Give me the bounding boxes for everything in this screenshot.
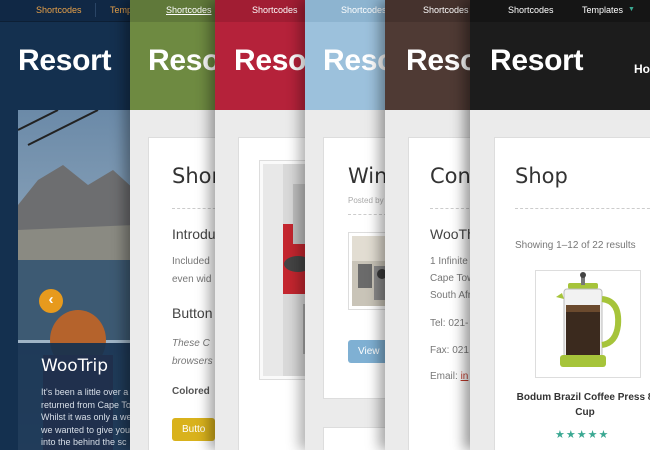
page-card: Shor Introdu Included even wid Button Th… [148,137,220,450]
top-nav: Shortcodes [130,0,220,22]
content-area [215,110,310,450]
featured-image[interactable] [259,160,310,380]
post-title[interactable]: Win [348,164,387,188]
french-press-icon [556,272,622,367]
site-logo[interactable]: Resort [18,44,112,78]
theme-preview-black[interactable]: Shortcodes Templates ▼ Resort Ho Shop Sh… [470,0,650,450]
top-nav: Shortcodes [385,0,477,22]
product-name[interactable]: Bodum Brazil Coffee Press 8 Cup [515,390,650,420]
site-logo[interactable]: Resort [490,44,584,78]
theme-preview-brown[interactable]: Shortcodes Resort Cont WooTh 1 Infinite … [385,0,477,450]
top-nav: Shortcodes [305,0,390,22]
top-nav: Shortcodes [215,0,310,22]
address-line-3: South Afr [430,290,472,301]
main-menu-home[interactable]: Ho [634,62,650,76]
chevron-down-icon[interactable]: ▼ [628,6,635,13]
nav-shortcodes[interactable]: Shortcodes [341,5,387,15]
view-button[interactable]: View [348,340,390,363]
nav-shortcodes[interactable]: Shortcodes [423,5,469,15]
theme-preview-lightblue[interactable]: Shortcodes Resort Win Posted by View [305,0,390,450]
divider [348,214,390,215]
site-logo[interactable]: Resort [406,44,477,78]
product-image[interactable] [535,270,641,378]
slide-caption: WooTrip It's been a little over a return… [18,343,135,450]
buttons-line-2: browsers [172,356,213,367]
top-nav: Shortcodes Templates ▼ [470,0,650,22]
address-line-1: 1 Infinite [430,256,468,267]
page-card [238,137,310,450]
coffee-machine-photo [263,164,310,376]
theme-preview-olive[interactable]: Shortcodes Resort Shor Introdu Included … [130,0,220,450]
site-logo[interactable]: Resort [148,44,220,78]
divider [172,208,220,209]
shop-card: Shop Showing 1–12 of 22 results Bodum Br… [494,137,650,450]
fax: Fax: 021 [430,345,469,356]
contact-card: Cont WooTh 1 Infinite Cape Tow South Afr… [408,137,477,450]
page-title: Shop [515,164,568,188]
email-link[interactable]: in [461,371,469,382]
slider-prev-arrow-icon[interactable]: ‹ [39,289,63,313]
telephone: Tel: 021- [430,318,469,329]
company-name: WooTh [430,226,475,242]
nav-shortcodes[interactable]: Shortcodes [166,5,212,15]
nav-shortcodes[interactable]: Shortcodes [36,5,82,15]
site-logo[interactable]: Resort [234,44,310,78]
nav-shortcodes[interactable]: Shortcodes [252,5,298,15]
section-heading-intro: Introdu [172,226,216,242]
content-area: Win Posted by View [305,110,390,450]
section-heading-buttons: Button [172,305,213,321]
content-area: Shor Introdu Included even wid Button Th… [130,110,220,450]
intro-line-2: even wid [172,274,212,285]
hero-slider: ‹ WooTrip It's been a little over a retu… [18,110,135,450]
email-label: Email: [430,371,458,382]
slide-excerpt: It's been a little over a returned from … [41,387,132,447]
theme-preview-crimson[interactable]: Shortcodes Resort [215,0,310,450]
colored-label: Colored [172,386,210,397]
result-count: Showing 1–12 of 22 results [515,240,636,251]
divider [515,208,650,209]
address-line-2: Cape Tow [430,273,475,284]
email-row: Email: in [430,371,468,382]
slide-title[interactable]: WooTrip [41,356,108,376]
next-post-card [323,427,390,450]
post-card: Win Posted by View [323,137,390,399]
top-nav: Shortcodes Templ [0,0,135,22]
content-area: Cont WooTh 1 Infinite Cape Tow South Afr… [385,110,477,450]
theme-preview-navy[interactable]: Shortcodes Templ Resort ‹ WooTrip It's b… [0,0,135,450]
buttons-line-1: These C [172,338,210,349]
site-logo[interactable]: Resort [323,44,390,78]
yellow-button[interactable]: Butto [172,418,216,441]
content-area: Shop Showing 1–12 of 22 results Bodum Br… [470,110,650,450]
page-title: Shor [172,164,220,188]
product-rating: ★★★★★ [555,429,610,441]
nav-shortcodes[interactable]: Shortcodes [508,5,554,15]
post-thumbnail[interactable] [348,232,390,310]
intro-line-1: Included [172,256,210,267]
nav-templates[interactable]: Templates [582,5,623,15]
post-meta: Posted by [348,196,384,205]
